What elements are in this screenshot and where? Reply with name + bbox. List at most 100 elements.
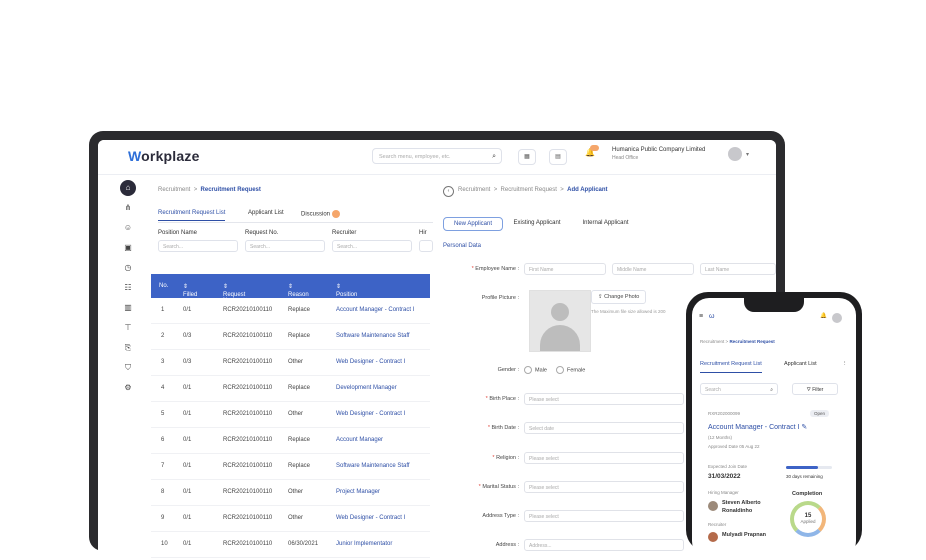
phone-completion-ring: 15 Applied — [790, 501, 826, 537]
calendar-button[interactable]: ▤ — [549, 149, 567, 165]
col-no[interactable]: No. — [159, 283, 168, 289]
org-chart-icon[interactable]: ⋔ — [120, 200, 136, 216]
filter-request-no-input[interactable]: Search... — [245, 240, 325, 252]
col-reason[interactable]: Reason ⇕ — [288, 283, 309, 298]
col-filled[interactable]: Filled ⇕ — [183, 283, 197, 298]
phone-user-avatar[interactable] — [832, 313, 842, 323]
breadcrumb-right-root[interactable]: Recruitment — [458, 187, 490, 193]
religion-select[interactable]: Please select — [524, 452, 684, 464]
breadcrumb-right-mid[interactable]: Recruitment Request — [501, 187, 557, 193]
male-label: Male — [535, 367, 547, 374]
table-row[interactable]: 9 0/1 RCR20210100110 Other Web Designer - Co… — [151, 506, 430, 532]
gender-male-radio[interactable]: Male — [524, 366, 547, 374]
col-request-no[interactable]: Request No ⇕ — [223, 283, 245, 304]
cell-position[interactable]: Junior Implementator — [336, 541, 392, 547]
tab-applicant-list[interactable]: Applicant List — [248, 210, 284, 216]
phone-filter-button[interactable]: ⛛ Filter — [792, 383, 838, 395]
phone-tab-recruitment-request-list[interactable]: Recruitment Request List — [700, 361, 762, 373]
recruitment-table: No. Filled ⇕ Request No ⇕ Reason ⇕ Posit… — [151, 274, 430, 558]
apps-button[interactable]: ▦ — [518, 149, 536, 165]
segment-internal-applicant[interactable]: Internal Applicant — [573, 217, 638, 229]
clock-icon[interactable]: ◷ — [120, 260, 136, 276]
table-row[interactable]: 6 0/1 RCR20210100110 Replace Account Manager — [151, 428, 430, 454]
table-row[interactable]: 1 0/1 RCR20210100110 Replace Account Manager… — [151, 298, 430, 324]
back-icon[interactable]: ‹ — [443, 186, 454, 197]
photo-size-note: The Maximum file size allowed is 200 — [591, 309, 666, 314]
cell-position[interactable]: Account Manager - Contract I — [336, 307, 414, 313]
cell-filled: 0/1 — [183, 489, 192, 495]
tab-recruitment-request-list[interactable]: Recruitment Request List — [158, 210, 226, 221]
segment-new-applicant[interactable]: New Applicant — [443, 217, 503, 231]
middle-name-input[interactable]: Middle Name — [612, 263, 694, 275]
notification-icon[interactable]: 🔔 — [585, 145, 599, 157]
workplaze-logo[interactable]: Workplaze — [128, 148, 200, 164]
training-icon[interactable]: ⊤ — [120, 320, 136, 336]
phone-expected-label: Expected Join Date — [708, 464, 748, 469]
phone-notification-icon[interactable]: 🔔 — [820, 313, 827, 319]
filter-hir-input[interactable] — [419, 240, 433, 252]
marital-status-select[interactable]: Please select — [524, 481, 684, 493]
cell-position[interactable]: Web Designer - Contract I — [336, 515, 405, 521]
segment-existing-applicant[interactable]: Existing Applicant — [505, 217, 569, 229]
recruiter-avatar — [708, 532, 718, 542]
table-row[interactable]: 8 0/1 RCR20210100110 Other Project Manager — [151, 480, 430, 506]
global-search-input[interactable]: Search menu, employee, etc. ⌕ — [372, 148, 502, 164]
phone-hiring-label: Hiring Manager — [708, 490, 739, 495]
cell-position[interactable]: Software Maintenance Staff — [336, 463, 410, 469]
table-row[interactable]: 4 0/1 RCR20210100110 Replace Development Man… — [151, 376, 430, 402]
col-position[interactable]: Position ⇕ — [336, 283, 357, 298]
phone-position-title[interactable]: Account Manager - Contract I ✎ — [708, 423, 807, 431]
cell-position[interactable]: Development Manager — [336, 385, 397, 391]
change-photo-button[interactable]: ⇪ Change Photo — [591, 290, 647, 304]
cell-position[interactable]: Web Designer - Contract I — [336, 359, 405, 365]
address-type-select[interactable]: Please select — [524, 510, 684, 522]
tab-discussion-label: Discussion — [301, 211, 331, 218]
phone-search-input[interactable]: Search ⌕ — [700, 383, 778, 395]
person-icon[interactable]: ☺ — [120, 220, 136, 236]
cell-position[interactable]: Software Maintenance Staff — [336, 333, 410, 339]
table-row[interactable]: 10 0/1 RCR20210100110 06/30/2021 Junior Impl… — [151, 532, 430, 558]
marital-status-label: * Marital Status : — [478, 484, 519, 490]
phone-crumb-sep: > — [725, 339, 729, 344]
birth-place-select[interactable]: Please select — [524, 393, 684, 405]
gender-female-radio[interactable]: Female — [556, 366, 585, 374]
phone-search-placeholder: Search — [705, 387, 721, 393]
last-name-input[interactable]: Last Name — [700, 263, 776, 275]
table-row[interactable]: 7 0/1 RCR20210100110 Replace Software Mainte… — [151, 454, 430, 480]
settings-icon[interactable]: ⚙ — [120, 380, 136, 396]
filter-position-input[interactable]: Search... — [158, 240, 238, 252]
cell-reason: Other — [288, 515, 304, 521]
cell-position[interactable]: Project Manager — [336, 489, 380, 495]
filter-label-hir: Hir — [419, 230, 427, 236]
home-icon[interactable]: ⌂ — [120, 180, 136, 196]
phone-menu-icon[interactable]: ≡ — [699, 313, 703, 320]
phone-crumb-root[interactable]: Recruitment — [700, 339, 724, 344]
address-input[interactable]: Address... — [524, 539, 684, 551]
company-info[interactable]: Humanica Public Company Limited Head Off… — [612, 147, 705, 161]
first-name-input[interactable]: First Name — [524, 263, 606, 275]
team-icon[interactable]: ☷ — [120, 280, 136, 296]
cell-position[interactable]: Web Designer - Contract I — [336, 411, 405, 417]
filter-recruiter-input[interactable]: Search... — [332, 240, 412, 252]
table-row[interactable]: 3 0/3 RCR20210100110 Other Web Designer - Co… — [151, 350, 430, 376]
shield-icon[interactable]: ⛉ — [120, 360, 136, 376]
phone-tab-applicant-list[interactable]: Applicant List — [784, 361, 817, 367]
phone-more-icon[interactable]: ⋮ — [842, 361, 848, 367]
birth-date-input[interactable]: Select date — [524, 422, 684, 434]
table-row[interactable]: 5 0/1 RCR20210100110 Other Web Designer - Co… — [151, 402, 430, 428]
briefcase-icon[interactable]: ▣ — [120, 240, 136, 256]
document-icon[interactable]: ⎘ — [120, 340, 136, 356]
chart-icon[interactable]: ▥ — [120, 300, 136, 316]
breadcrumb-root[interactable]: Recruitment — [158, 187, 190, 193]
search-placeholder: Search menu, employee, etc. — [379, 154, 451, 160]
phone-expected-date: 31/03/2022 — [708, 473, 741, 480]
edit-icon[interactable]: ✎ — [801, 424, 807, 431]
profile-picture-label: Profile Picture : — [481, 295, 519, 301]
cell-filled: 0/1 — [183, 307, 192, 313]
table-row[interactable]: 2 0/3 RCR20210100110 Replace Software Mainte… — [151, 324, 430, 350]
chevron-down-icon[interactable]: ▾ — [746, 151, 749, 158]
user-avatar[interactable] — [728, 147, 742, 161]
cell-request-no: RCR20210100110 — [223, 437, 273, 443]
tab-discussion[interactable]: Discussion — [301, 210, 341, 218]
cell-position[interactable]: Account Manager — [336, 437, 383, 443]
